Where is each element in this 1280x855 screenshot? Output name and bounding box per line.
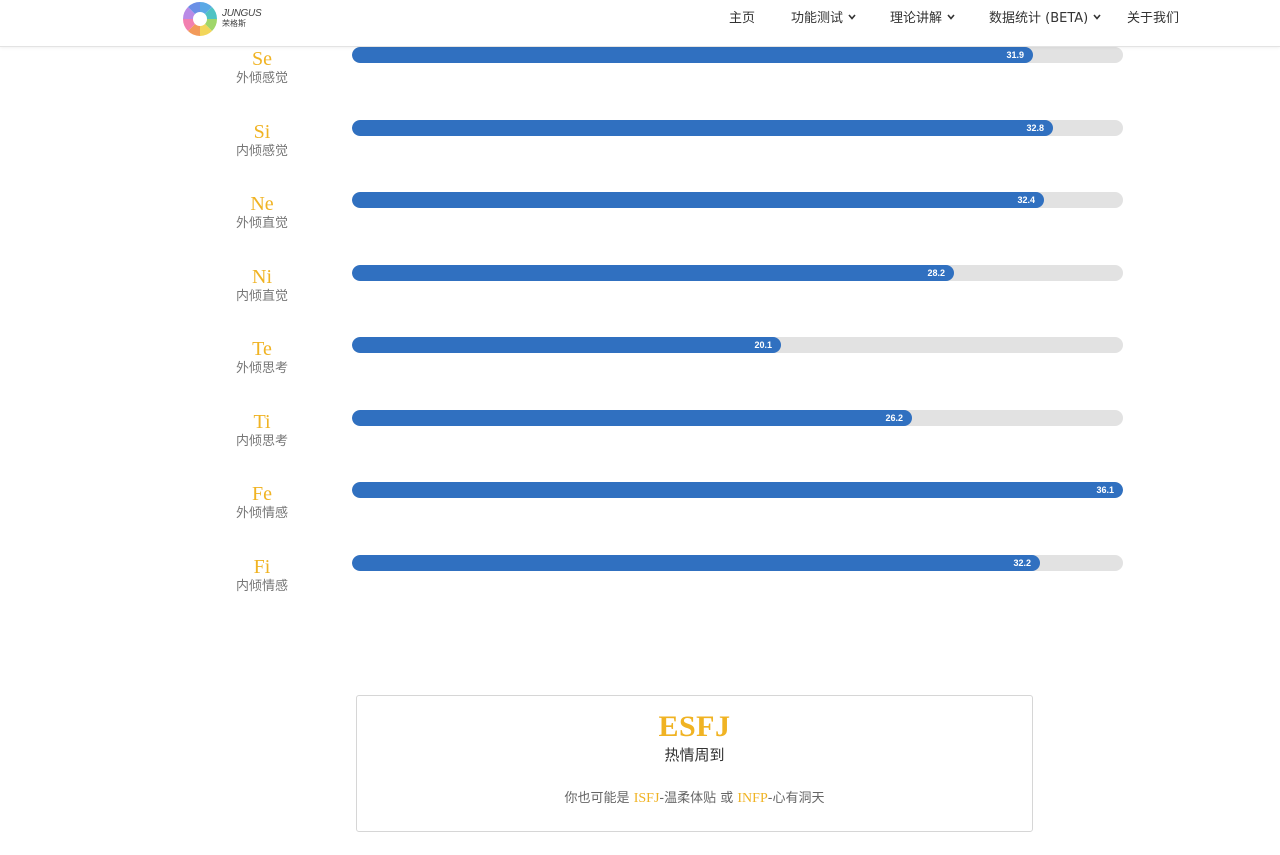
nav-about-label: 关于我们 <box>1127 11 1180 26</box>
function-bar-track-se: 31.9 <box>352 47 1123 63</box>
function-name: 外倾感觉 <box>235 71 288 86</box>
function-code: Ti <box>253 411 271 433</box>
nav-home[interactable]: 主页 <box>729 7 755 26</box>
function-label-se: Se 外倾感觉 <box>222 48 302 88</box>
function-bar-track-ti: 26.2 <box>352 410 1123 426</box>
function-bar-fill-fi: 32.2 <box>352 555 1040 571</box>
function-label-te: Te 外倾思考 <box>222 338 302 378</box>
function-bar-value: 31.9 <box>1006 50 1024 60</box>
function-bar-track-ni: 28.2 <box>352 265 1123 281</box>
function-bar-value: 36.1 <box>1096 485 1114 495</box>
nav-function-test-label: 功能测试 <box>791 11 844 26</box>
alt-type-link-2[interactable]: INFP <box>737 791 767 806</box>
result-card: ESFJ 热情周到 你也可能是 ISFJ-温柔体贴 或 INFP-心有洞天 <box>356 695 1033 832</box>
function-code: Fe <box>252 483 272 505</box>
function-bar-value: 28.2 <box>927 268 945 278</box>
function-name: 内倾情感 <box>235 579 288 594</box>
function-label-ni: Ni 内倾直觉 <box>222 266 302 306</box>
nav-theory[interactable]: 理论讲解 <box>890 7 955 26</box>
function-bar-track-si: 32.8 <box>352 120 1123 136</box>
function-bar-value: 32.8 <box>1026 123 1044 133</box>
chevron-down-icon <box>1093 13 1101 20</box>
function-code: Te <box>252 338 272 360</box>
logo-text-cn: 荣格斯 <box>222 19 246 28</box>
top-navbar: JUNGUS 荣格斯 主页 功能测试 理论讲解 数据统计 (BETA) 关于我们 <box>0 0 1280 47</box>
function-name: 内倾感觉 <box>235 144 288 159</box>
alt-name-2: -心有洞天 <box>767 791 825 806</box>
nav-about[interactable]: 关于我们 <box>1127 7 1179 26</box>
logo-text-en: JUNGUS <box>222 8 262 19</box>
function-code: Se <box>252 48 272 70</box>
function-bar-value: 20.1 <box>754 340 772 350</box>
function-bar-fill-te: 20.1 <box>352 337 781 353</box>
nav-function-test[interactable]: 功能测试 <box>791 7 856 26</box>
function-name: 内倾直觉 <box>235 289 288 304</box>
nav-statistics-label: 数据统计 (BETA) <box>989 11 1089 26</box>
function-bar-fill-se: 31.9 <box>352 47 1033 63</box>
logo-text: JUNGUS 荣格斯 <box>222 8 262 28</box>
function-name: 外倾直觉 <box>235 216 288 231</box>
function-bar-fill-si: 32.8 <box>352 120 1053 136</box>
alt-name-1: -温柔体贴 <box>659 791 717 806</box>
function-label-si: Si 内倾感觉 <box>222 121 302 161</box>
function-bar-track-fe: 36.1 <box>352 482 1123 498</box>
function-bar-value: 32.2 <box>1013 558 1031 568</box>
function-bar-track-ne: 32.4 <box>352 192 1123 208</box>
function-code: Fi <box>253 556 271 578</box>
result-type: ESFJ <box>658 710 731 743</box>
function-bar-value: 26.2 <box>885 413 903 423</box>
alt-type-link-1[interactable]: ISFJ <box>634 791 660 806</box>
function-code: Ni <box>252 266 272 288</box>
function-name: 外倾情感 <box>235 506 288 521</box>
function-label-fe: Fe 外倾情感 <box>222 483 302 523</box>
function-name: 外倾思考 <box>235 361 288 376</box>
site-logo[interactable]: JUNGUS 荣格斯 <box>182 0 262 37</box>
nav-theory-label: 理论讲解 <box>890 11 943 26</box>
function-bar-fill-ti: 26.2 <box>352 410 912 426</box>
function-bar-track-te: 20.1 <box>352 337 1123 353</box>
result-alternatives: 你也可能是 ISFJ-温柔体贴 或 INFP-心有洞天 <box>357 787 1032 807</box>
chevron-down-icon <box>947 13 955 20</box>
function-bar-fill-ne: 32.4 <box>352 192 1044 208</box>
alt-prefix: 你也可能是 <box>564 791 630 806</box>
nav-home-label: 主页 <box>729 11 756 26</box>
function-bar-value: 32.4 <box>1017 195 1035 205</box>
function-code: Si <box>253 121 271 143</box>
function-bar-fill-ni: 28.2 <box>352 265 954 281</box>
function-label-ne: Ne 外倾直觉 <box>222 193 302 233</box>
nav-statistics[interactable]: 数据统计 (BETA) <box>989 7 1101 26</box>
chevron-down-icon <box>848 13 856 20</box>
alt-or: 或 <box>720 791 734 806</box>
function-label-ti: Ti 内倾思考 <box>222 411 302 451</box>
function-bar-fill-fe: 36.1 <box>352 482 1123 498</box>
function-name: 内倾思考 <box>235 434 288 449</box>
function-code: Ne <box>250 193 274 215</box>
function-bar-track-fi: 32.2 <box>352 555 1123 571</box>
logo-wheel-icon <box>183 1 217 36</box>
result-title: 热情周到 <box>664 746 725 764</box>
function-label-fi: Fi 内倾情感 <box>222 556 302 596</box>
